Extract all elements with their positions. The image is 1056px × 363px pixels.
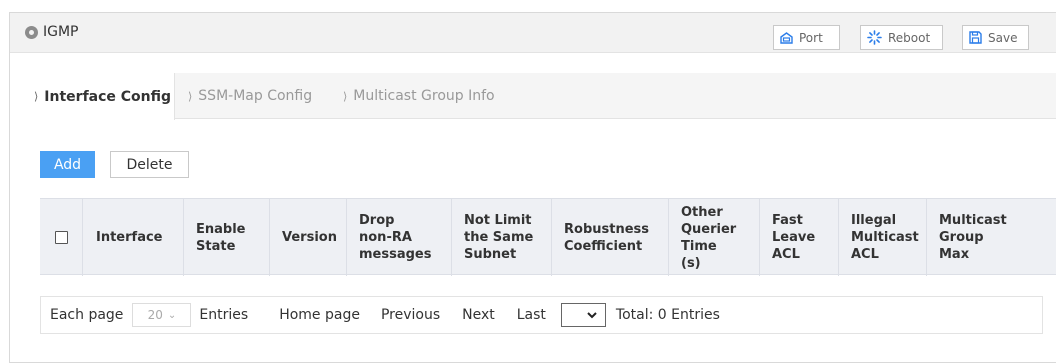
column-header[interactable]: Multicast Group Max — [927, 199, 1056, 276]
delete-button[interactable]: Delete — [110, 151, 189, 178]
chevron-right-icon: ⟩ — [34, 90, 39, 103]
tab-label: Multicast Group Info — [353, 88, 495, 104]
column-header[interactable]: Not Limit the Same Subnet — [452, 199, 552, 276]
select-all-cell — [40, 199, 83, 276]
total-entries: Total: 0 Entries — [615, 307, 720, 323]
panel-title-bar: IGMP Port Reboot Save — [10, 13, 1056, 53]
column-header[interactable]: Illegal Multicast ACL — [839, 199, 927, 276]
save-icon — [969, 31, 982, 44]
each-page-label: Each page — [50, 307, 124, 323]
select-all-checkbox[interactable] — [55, 231, 68, 244]
reboot-button-label: Reboot — [888, 30, 931, 45]
port-button-label: Port — [799, 30, 823, 45]
previous-link[interactable]: Previous — [381, 307, 440, 323]
tab-multicast-group-info[interactable]: ⟩ Multicast Group Info — [343, 73, 495, 119]
module-icon — [25, 26, 38, 39]
save-button[interactable]: Save — [962, 25, 1029, 50]
reboot-icon — [867, 30, 882, 45]
page-size-value: 20 — [147, 308, 163, 322]
column-header[interactable]: Interface — [83, 199, 184, 276]
tab-interface-config[interactable]: ⟩ Interface Config — [18, 73, 175, 120]
pagination-bar: Each page 20 ⌄ Entries Home page Previou… — [40, 296, 1043, 334]
chevron-right-icon: ⟩ — [343, 89, 348, 103]
reboot-button[interactable]: Reboot — [860, 25, 943, 50]
column-header[interactable]: Drop non-RA messages — [347, 199, 452, 276]
column-header[interactable]: Other Querier Time (s) — [669, 199, 760, 276]
igmp-panel: IGMP Port Reboot Save ⟩ Interface Config… — [9, 12, 1056, 363]
column-header[interactable]: Robustness Coefficient — [552, 199, 669, 276]
tab-label: SSM-Map Config — [198, 88, 313, 104]
tab-label: Interface Config — [44, 88, 172, 105]
interface-table-header: Interface Enable State Version Drop non-… — [40, 198, 1056, 276]
port-button[interactable]: Port — [773, 25, 840, 50]
page-size-select[interactable]: 20 ⌄ — [132, 303, 192, 327]
page-number-select[interactable] — [560, 303, 606, 327]
tab-bar: ⟩ Interface Config ⟩ SSM-Map Config ⟩ Mu… — [18, 73, 1056, 120]
chevron-right-icon: ⟩ — [188, 89, 193, 103]
page-title: IGMP — [43, 24, 79, 40]
chevron-down-icon: ⌄ — [167, 309, 177, 321]
save-button-label: Save — [988, 30, 1018, 45]
column-header[interactable]: Fast Leave ACL — [760, 199, 839, 276]
next-link[interactable]: Next — [462, 307, 495, 323]
chevron-down-icon — [587, 311, 597, 318]
column-header[interactable]: Version — [270, 199, 347, 276]
port-icon — [780, 31, 793, 44]
entries-label: Entries — [199, 307, 249, 323]
last-link[interactable]: Last — [517, 307, 546, 323]
tab-ssm-map-config[interactable]: ⟩ SSM-Map Config — [188, 73, 312, 119]
column-header[interactable]: Enable State — [184, 199, 270, 276]
add-button[interactable]: Add — [40, 151, 95, 178]
home-page-link[interactable]: Home page — [279, 307, 360, 323]
